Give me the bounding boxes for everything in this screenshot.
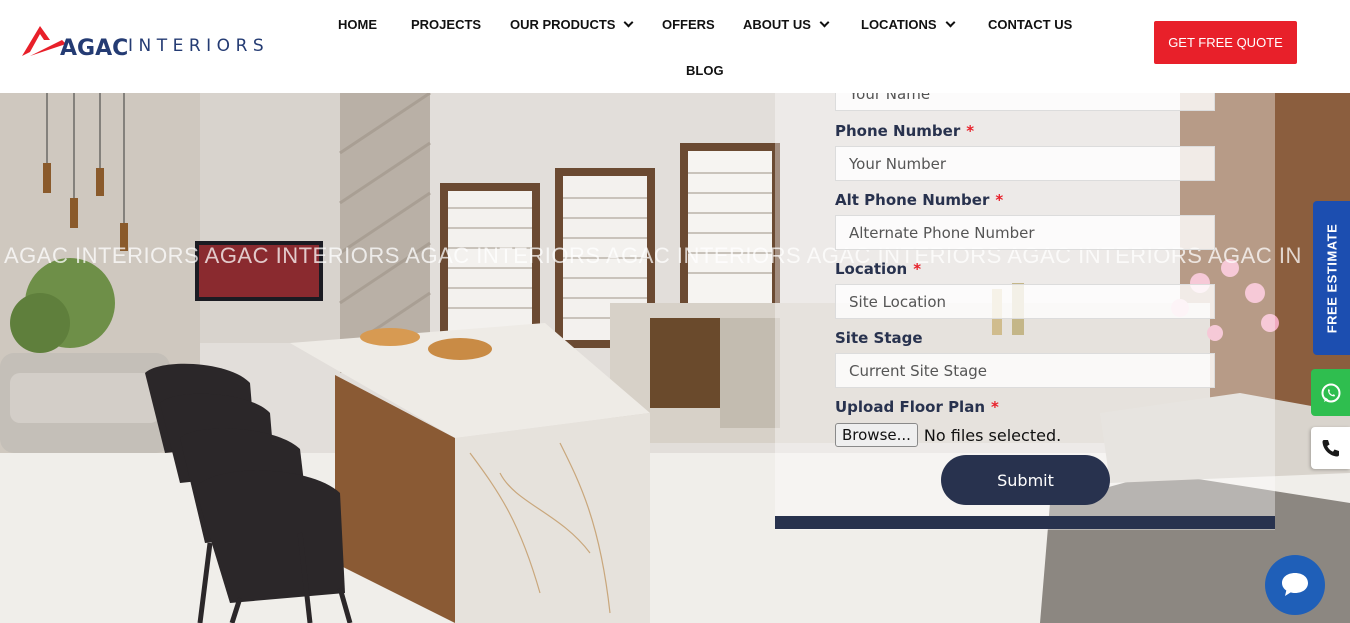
whatsapp-icon — [1321, 383, 1340, 402]
live-chat-button[interactable] — [1265, 555, 1325, 615]
nav-locations[interactable]: LOCATIONS — [861, 17, 956, 32]
site-stage-label: Site Stage — [835, 329, 923, 347]
upload-floor-plan-label: Upload Floor Plan * — [835, 398, 999, 416]
nav-our-products-label: OUR PRODUCTS — [510, 17, 616, 32]
main-nav: HOME PROJECTS OUR PRODUCTS OFFERS ABOUT … — [0, 0, 1350, 93]
chevron-down-icon — [819, 17, 830, 28]
nav-locations-label: LOCATIONS — [861, 17, 937, 32]
nav-offers-label: OFFERS — [662, 17, 715, 32]
site-stage-field[interactable]: Current Site Stage — [835, 353, 1215, 388]
nav-blog-label: BLOG — [686, 63, 724, 78]
location-field[interactable]: Site Location — [835, 284, 1215, 319]
submit-button[interactable]: Submit — [941, 455, 1110, 505]
free-estimate-tab[interactable]: FREE ESTIMATE — [1313, 201, 1350, 355]
form-bottom-bar — [775, 516, 1275, 529]
alt-phone-number-field[interactable]: Alternate Phone Number — [835, 215, 1215, 250]
nav-offers[interactable]: OFFERS — [662, 17, 715, 32]
required-mark: * — [913, 260, 922, 278]
nav-projects-label: PROJECTS — [411, 17, 482, 32]
file-status-text: No files selected. — [923, 425, 1062, 445]
nav-contact-us[interactable]: CONTACT US — [988, 17, 1072, 32]
required-mark: * — [995, 191, 1004, 209]
get-free-quote-button[interactable]: GET FREE QUOTE — [1154, 21, 1297, 64]
alt-phone-number-label-text: Alt Phone Number — [835, 191, 990, 209]
nav-blog[interactable]: BLOG — [686, 63, 724, 78]
nav-contact-us-label: CONTACT US — [988, 17, 1073, 32]
nav-home-label: HOME — [338, 17, 377, 32]
location-label-text: Location — [835, 260, 908, 278]
nav-our-products[interactable]: OUR PRODUCTS — [510, 17, 634, 32]
nav-home[interactable]: HOME — [338, 17, 377, 32]
nav-about-us-label: ABOUT US — [743, 17, 811, 32]
location-label: Location * — [835, 260, 921, 278]
phone-number-field[interactable]: Your Number — [835, 146, 1215, 181]
phone-number-label-text: Phone Number — [835, 122, 961, 140]
phone-icon — [1322, 440, 1339, 457]
site-header: AGAC INTERIORS HOME PROJECTS OUR PRODUCT… — [0, 0, 1350, 93]
phone-call-button[interactable] — [1311, 427, 1350, 469]
chevron-down-icon — [624, 17, 634, 28]
browse-file-button[interactable]: Browse... — [835, 423, 918, 447]
floor-plan-upload: Browse... No files selected. — [835, 423, 1061, 447]
chat-icon — [1282, 573, 1308, 596]
phone-number-label: Phone Number * — [835, 122, 974, 140]
alt-phone-number-label: Alt Phone Number * — [835, 191, 1003, 209]
nav-projects[interactable]: PROJECTS — [411, 17, 481, 32]
upload-floor-plan-label-text: Upload Floor Plan — [835, 398, 985, 416]
chevron-down-icon — [945, 17, 956, 28]
free-estimate-label: FREE ESTIMATE — [1324, 223, 1340, 333]
whatsapp-button[interactable] — [1311, 369, 1350, 416]
required-mark: * — [991, 398, 999, 416]
required-mark: * — [966, 122, 975, 140]
nav-about-us[interactable]: ABOUT US — [743, 17, 830, 32]
